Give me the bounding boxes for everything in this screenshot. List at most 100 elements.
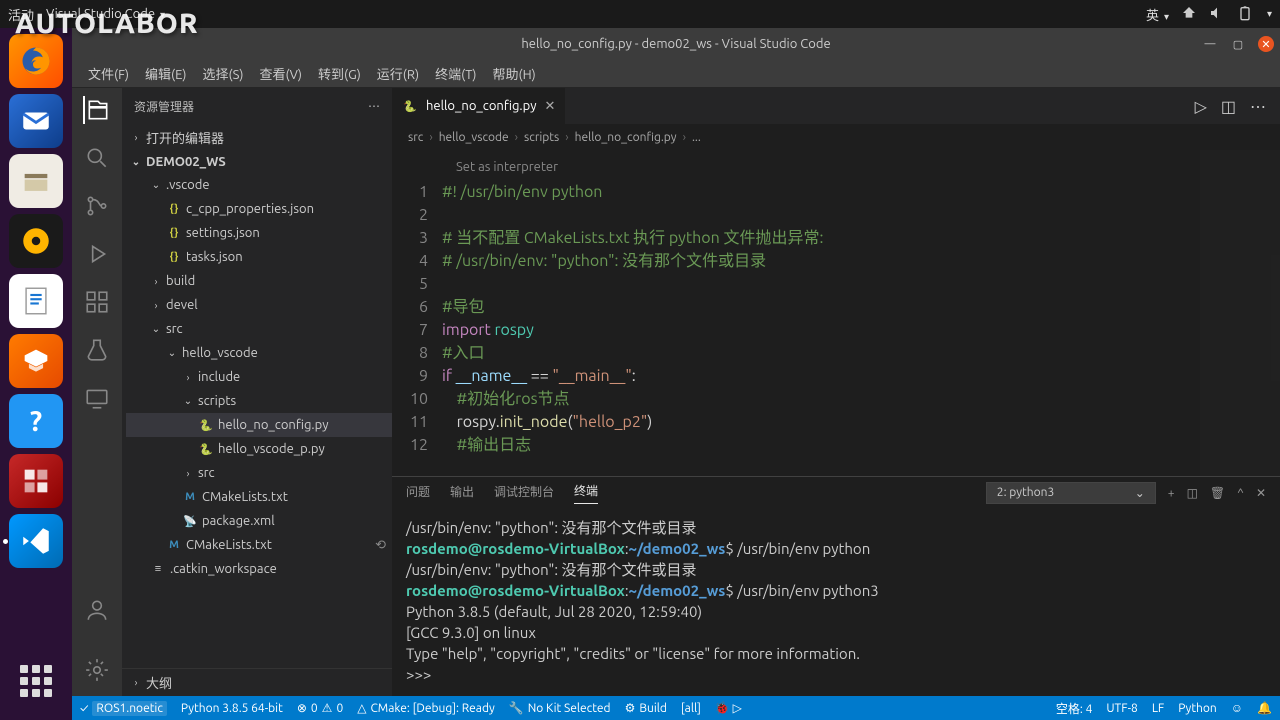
folder-include[interactable]: ›include — [126, 365, 392, 389]
open-editors-section[interactable]: ›打开的编辑器 — [122, 124, 392, 151]
python-icon: 🐍 — [402, 98, 418, 114]
status-feedback-icon[interactable]: ☺ — [1231, 700, 1243, 717]
file-cmakelists-2[interactable]: MCMakeLists.txt⟲ — [126, 533, 392, 557]
folder-vscode[interactable]: ⌄.vscode — [126, 173, 392, 197]
panel-problems[interactable]: 问题 — [406, 483, 430, 504]
activity-scm[interactable] — [83, 192, 111, 220]
ubuntu-launcher: ? — [0, 28, 72, 720]
editor-more-icon[interactable]: ⋯ — [1250, 97, 1266, 116]
tab-close-icon[interactable]: ✕ — [544, 99, 555, 114]
status-eol[interactable]: LF — [1152, 700, 1164, 717]
status-bar: ROS1.noetic Python 3.8.5 64-bit ⊗ 0 ⚠ 0 … — [72, 696, 1280, 720]
status-target[interactable]: [all] — [681, 702, 701, 715]
terminal-kill-icon[interactable]: 🗑 — [1210, 486, 1225, 500]
panel-output[interactable]: 输出 — [450, 483, 474, 504]
activity-debug[interactable] — [83, 240, 111, 268]
folder-build[interactable]: ›build — [126, 269, 392, 293]
launcher-firefox[interactable] — [9, 34, 63, 88]
activity-settings[interactable] — [83, 656, 111, 684]
terminal-maximize-icon[interactable]: ^ — [1237, 487, 1244, 500]
status-ros[interactable]: ROS1.noetic — [80, 701, 167, 716]
launcher-rhythmbox[interactable] — [9, 214, 63, 268]
sidebar-more-icon[interactable]: ⋯ — [368, 99, 380, 113]
window-minimize[interactable]: — — [1202, 36, 1218, 52]
editor-tabs: 🐍 hello_no_config.py ✕ ▷ ◫ ⋯ — [392, 88, 1280, 124]
code-editor[interactable]: Set as interpreter 1#! /usr/bin/env pyth… — [392, 150, 1280, 476]
launcher-help[interactable]: ? — [9, 394, 63, 448]
file-catkin-workspace[interactable]: ≡.catkin_workspace — [126, 557, 392, 581]
file-hello-no-config[interactable]: 🐍hello_no_config.py — [126, 413, 392, 437]
window-close[interactable]: ✕ — [1258, 36, 1274, 52]
file-settings-json[interactable]: {}settings.json — [126, 221, 392, 245]
menu-选择(S)[interactable]: 选择(S) — [197, 62, 250, 85]
launcher-app-red[interactable] — [9, 454, 63, 508]
vscode-menubar: 文件(F)编辑(E)选择(S)查看(V)转到(G)运行(R)终端(T)帮助(H) — [72, 60, 1280, 88]
workspace-section[interactable]: ⌄DEMO02_WS — [122, 151, 392, 173]
launcher-show-apps[interactable] — [9, 654, 63, 708]
tab-hello-no-config[interactable]: 🐍 hello_no_config.py ✕ — [392, 88, 566, 124]
file-hello-vscode-p[interactable]: 🐍hello_vscode_p.py — [126, 437, 392, 461]
launcher-files[interactable] — [9, 154, 63, 208]
menu-终端(T)[interactable]: 终端(T) — [429, 62, 482, 85]
system-menu-arrow[interactable]: ▾ — [1267, 8, 1272, 20]
window-maximize[interactable]: ▢ — [1230, 36, 1246, 52]
minimap[interactable] — [1200, 150, 1280, 476]
activity-explorer[interactable] — [83, 96, 111, 124]
explorer-sidebar: 资源管理器 ⋯ ›打开的编辑器 ⌄DEMO02_WS ⌄.vscode {}c_… — [122, 88, 392, 696]
run-icon[interactable]: ▷ — [1195, 97, 1207, 116]
menu-文件(F)[interactable]: 文件(F) — [82, 62, 135, 85]
split-editor-icon[interactable]: ◫ — [1221, 97, 1236, 116]
panel-terminal[interactable]: 终端 — [574, 482, 598, 504]
sidebar-title: 资源管理器 — [134, 98, 194, 115]
file-tasks-json[interactable]: {}tasks.json — [126, 245, 392, 269]
activity-bar — [72, 88, 122, 696]
file-package-xml[interactable]: 📡package.xml — [126, 509, 392, 533]
status-encoding[interactable]: UTF-8 — [1106, 700, 1137, 717]
panel-debug-console[interactable]: 调试控制台 — [494, 483, 554, 504]
status-problems[interactable]: ⊗ 0 ⚠ 0 — [297, 701, 343, 715]
folder-src-inner[interactable]: ›src — [126, 461, 392, 485]
activity-search[interactable] — [83, 144, 111, 172]
status-spaces[interactable]: 空格: 4 — [1056, 700, 1092, 717]
launcher-vscode[interactable] — [9, 514, 63, 568]
folder-src[interactable]: ⌄src — [126, 317, 392, 341]
outline-section[interactable]: ›大纲 — [122, 668, 392, 696]
volume-icon[interactable] — [1209, 5, 1225, 24]
file-cmakelists-1[interactable]: MCMakeLists.txt — [126, 485, 392, 509]
terminal-new-icon[interactable]: + — [1168, 487, 1175, 500]
interpreter-hint[interactable]: Set as interpreter — [392, 156, 1280, 179]
menu-转到(G)[interactable]: 转到(G) — [312, 62, 367, 85]
folder-scripts[interactable]: ⌄scripts — [126, 389, 392, 413]
status-build[interactable]: ⚙ Build — [625, 701, 667, 715]
menu-帮助(H)[interactable]: 帮助(H) — [487, 62, 542, 85]
activity-test[interactable] — [83, 336, 111, 364]
battery-icon[interactable] — [1237, 5, 1253, 24]
menu-运行(R)[interactable]: 运行(R) — [371, 62, 425, 85]
menu-编辑(E)[interactable]: 编辑(E) — [139, 62, 192, 85]
input-method[interactable]: 英 ▾ — [1146, 5, 1169, 24]
launcher-ubuntu-software[interactable] — [9, 334, 63, 388]
activity-remote[interactable] — [83, 384, 111, 412]
folder-devel[interactable]: ›devel — [126, 293, 392, 317]
file-c-cpp-props[interactable]: {}c_cpp_properties.json — [126, 197, 392, 221]
activity-extensions[interactable] — [83, 288, 111, 316]
launcher-libreoffice-writer[interactable] — [9, 274, 63, 328]
watermark: AUTOLABOR — [15, 8, 199, 39]
terminal-selector[interactable]: 2: python3⌄ — [986, 482, 1156, 504]
panel-close-icon[interactable]: ✕ — [1256, 486, 1266, 500]
menu-查看(V)[interactable]: 查看(V) — [254, 62, 308, 85]
activity-account[interactable] — [83, 596, 111, 624]
status-debug-launch[interactable]: 🐞 ▷ — [715, 701, 742, 715]
status-language[interactable]: Python — [1178, 700, 1217, 717]
status-kit[interactable]: 🔧 No Kit Selected — [509, 701, 611, 715]
status-bell-icon[interactable]: 🔔 — [1257, 700, 1272, 717]
terminal-split-icon[interactable]: ◫ — [1187, 486, 1198, 500]
file-tree: ⌄.vscode {}c_cpp_properties.json {}setti… — [122, 173, 392, 581]
launcher-thunderbird[interactable] — [9, 94, 63, 148]
status-cmake[interactable]: △ CMake: [Debug]: Ready — [357, 701, 495, 715]
terminal[interactable]: /usr/bin/env: "python": 没有那个文件或目录rosdemo… — [392, 509, 1280, 696]
status-python[interactable]: Python 3.8.5 64-bit — [181, 702, 283, 715]
folder-hello-vscode[interactable]: ⌄hello_vscode — [126, 341, 392, 365]
breadcrumb[interactable]: src›hello_vscode›scripts›hello_no_config… — [392, 124, 1280, 150]
network-icon[interactable] — [1181, 5, 1197, 24]
